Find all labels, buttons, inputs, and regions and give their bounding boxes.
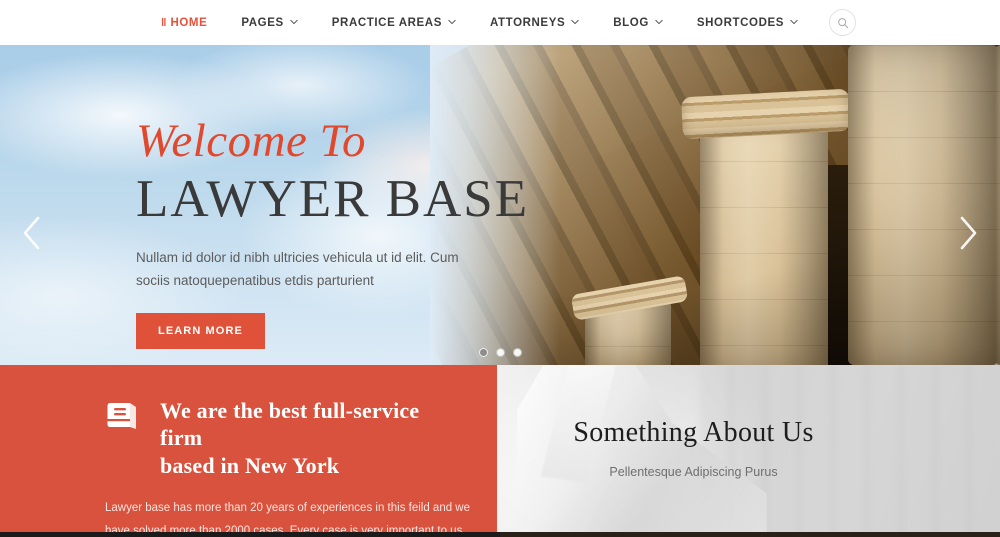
nav-item-pages-label: PAGES <box>241 16 284 29</box>
about-panel: Something About Us Pellentesque Adipisci… <box>497 365 1000 537</box>
bottom-panels: We are the best full-service firm based … <box>0 365 1000 537</box>
nav-item-shortcodes-label: SHORTCODES <box>696 16 785 29</box>
promo-panel: We are the best full-service firm based … <box>0 365 497 537</box>
home-icon: ‖ <box>160 16 167 29</box>
about-subheading: Pellentesque Adipiscing Purus <box>609 465 778 479</box>
promo-body: Lawyer base has more than 20 years of ex… <box>105 501 471 537</box>
nav-item-blog[interactable]: BLOG <box>596 0 680 45</box>
main-navigation: ‖ HOME PAGES PRACTICE AREAS ATTORNEYS BL… <box>144 0 857 45</box>
page-root: ‖ HOME PAGES PRACTICE AREAS ATTORNEYS BL… <box>0 0 1000 537</box>
slider-prev-button[interactable] <box>18 213 44 258</box>
search-icon <box>837 17 849 29</box>
about-heading: Something About Us <box>573 417 814 448</box>
chevron-down-icon <box>790 18 798 26</box>
nav-item-pages[interactable]: PAGES <box>224 0 314 45</box>
slider-dot-3[interactable] <box>512 348 522 357</box>
hero-slider: Welcome To LAWYER BASE Nullam id dolor i… <box>0 45 1000 365</box>
promo-heading: We are the best full-service firm based … <box>160 397 467 479</box>
nav-item-attorneys-label: ATTORNEYS <box>489 16 566 29</box>
slider-dot-1[interactable] <box>478 348 488 357</box>
nav-item-home-label: HOME <box>170 16 208 29</box>
chevron-left-icon <box>18 216 44 257</box>
hero-eyebrow: Welcome To <box>136 115 366 167</box>
slider-pagination <box>0 348 1000 357</box>
chevron-right-icon <box>956 216 982 257</box>
nav-item-shortcodes[interactable]: SHORTCODES <box>680 0 815 45</box>
about-text-block: Something About Us Pellentesque Adipisci… <box>497 365 1000 479</box>
hero-text-block: Welcome To LAWYER BASE Nullam id dolor i… <box>136 115 536 349</box>
book-icon <box>105 399 139 436</box>
nav-item-practice-areas[interactable]: PRACTICE AREAS <box>315 0 473 45</box>
site-header: ‖ HOME PAGES PRACTICE AREAS ATTORNEYS BL… <box>0 0 1000 45</box>
page-bottom-strip <box>0 532 1000 537</box>
nav-item-attorneys[interactable]: ATTORNEYS <box>473 0 596 45</box>
nav-item-practice-areas-label: PRACTICE AREAS <box>331 16 442 29</box>
chevron-down-icon <box>571 18 579 26</box>
chevron-down-icon <box>448 18 456 26</box>
learn-more-button[interactable]: LEARN MORE <box>136 312 265 349</box>
hero-title: LAWYER BASE <box>136 170 530 229</box>
slider-dot-2[interactable] <box>495 348 505 357</box>
promo-heading-line1: We are the best full-service firm <box>160 398 420 451</box>
hero-description: Nullam id dolor id nibh ultricies vehicu… <box>136 249 459 289</box>
nav-item-blog-label: BLOG <box>613 16 649 29</box>
chevron-down-icon <box>655 18 663 26</box>
search-button[interactable] <box>829 9 857 36</box>
slider-next-button[interactable] <box>956 213 982 258</box>
promo-heading-line2: based in New York <box>160 452 340 478</box>
nav-item-home[interactable]: ‖ HOME <box>144 0 224 45</box>
chevron-down-icon <box>290 18 298 26</box>
